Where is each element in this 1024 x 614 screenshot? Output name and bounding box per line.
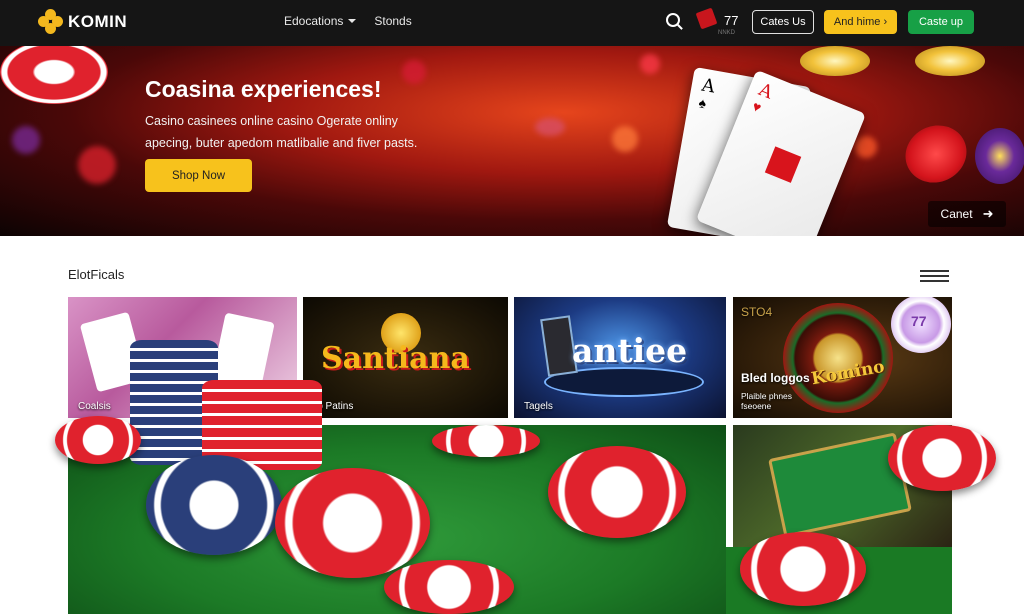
poker-chip — [0, 46, 108, 104]
chip-text: 77 — [911, 313, 927, 329]
poker-chip — [384, 560, 514, 614]
poker-chip — [146, 455, 282, 555]
cancel-label: Canet — [940, 207, 973, 221]
nav-link-edocations[interactable]: Edocations — [284, 14, 357, 28]
tile-label: Coalsis — [78, 401, 111, 412]
hero-subtitle: Casino casinees online casino Ogerate on… — [145, 114, 418, 150]
spade-icon: ♠ — [697, 94, 708, 112]
poker-chip — [800, 46, 870, 76]
chevron-down-icon — [348, 19, 357, 23]
logo[interactable]: KOMIN — [38, 9, 127, 35]
logo-text: KOMIN — [68, 12, 128, 31]
bokeh-light — [535, 118, 565, 136]
poker-chip — [740, 532, 866, 606]
poker-chip — [55, 416, 141, 464]
cart-sub: NNKD — [718, 30, 736, 36]
hero-banner: Coasina experiences! Casino casinees onl… — [0, 46, 1024, 236]
tile-sublabel: Plaible phnes fseoene — [741, 391, 793, 411]
add-button-label: And hime — [833, 16, 881, 28]
search-icon[interactable] — [666, 13, 680, 27]
cart-count: 77 — [724, 13, 739, 28]
heart-icon: ♥ — [750, 97, 764, 116]
bokeh-light — [402, 60, 426, 84]
bokeh-light — [612, 126, 638, 152]
nav-link-stonds[interactable]: Stonds — [374, 14, 411, 28]
nav-link-label: Edocations — [284, 14, 344, 28]
bokeh-light — [12, 126, 40, 154]
top-nav: KOMIN Edocations Stonds 77 NNKD Cates Us… — [0, 0, 1024, 46]
nav-link-label: Stonds — [374, 14, 412, 28]
cancel-link[interactable]: Canet ➜ — [928, 201, 1006, 227]
hero-title: Coasina experiences! — [145, 76, 382, 102]
diamond-icon — [764, 146, 802, 183]
poker-chip — [975, 128, 1024, 184]
poker-chip — [275, 468, 430, 578]
poker-chip — [548, 446, 686, 538]
poker-chip — [432, 425, 540, 457]
poker-chip — [888, 425, 996, 491]
bokeh-light — [640, 54, 660, 74]
section-title: ElotFicals — [68, 267, 125, 282]
tile-label: Bled loggos — [741, 371, 810, 385]
nav-links: Edocations Stonds — [284, 14, 412, 28]
logo-icon — [38, 9, 64, 35]
contact-button[interactable]: Cates Us — [752, 10, 814, 34]
tile-logo-text: Santiana — [321, 341, 470, 376]
game-tile-antiee[interactable]: antiee Tagels — [514, 297, 726, 418]
bokeh-light — [78, 146, 116, 184]
chevron-right-icon: › — [883, 16, 888, 28]
add-button[interactable]: And hime › — [824, 10, 897, 34]
bokeh-light — [855, 136, 877, 158]
cart-icon — [695, 7, 718, 30]
shop-now-button[interactable]: Shop Now — [145, 159, 252, 192]
poker-chip — [915, 46, 985, 76]
arrow-right-icon: ➜ — [982, 206, 994, 221]
menu-icon[interactable] — [920, 270, 949, 282]
poker-chip — [896, 115, 976, 193]
tile-logo-text: antiee — [572, 331, 688, 370]
game-tile-santiana[interactable]: Santiana lp Patins — [303, 297, 508, 418]
tile-corner-label: STO4 — [741, 305, 773, 319]
signup-button[interactable]: Caste up — [908, 10, 974, 34]
game-tile-komino[interactable]: STO4 Komino 77 Bled loggos Plaible phnes… — [733, 297, 952, 418]
tile-label: Tagels — [524, 401, 553, 412]
